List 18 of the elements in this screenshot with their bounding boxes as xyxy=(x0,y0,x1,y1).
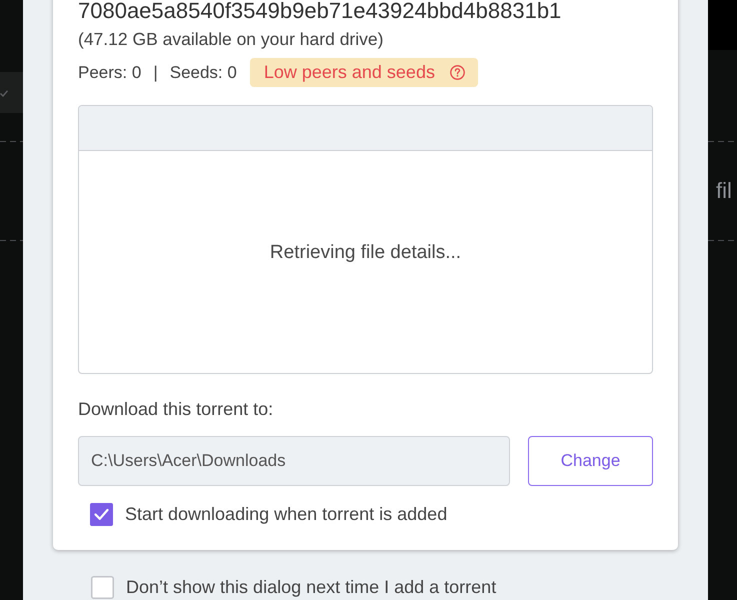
help-icon[interactable] xyxy=(450,65,465,80)
change-button[interactable]: Change xyxy=(528,436,653,486)
peers-count: Peers: 0 xyxy=(78,62,142,84)
checkbox[interactable] xyxy=(91,576,114,599)
destination-label: Download this torrent to: xyxy=(78,398,274,421)
option-label[interactable]: Don’t show this dialog next time I add a torrent xyxy=(126,576,496,599)
loading-status-text: Retrieving file details... xyxy=(270,240,462,265)
warning-text: Low peers and seeds xyxy=(264,61,435,84)
separator-text: | xyxy=(153,62,158,84)
check-icon xyxy=(0,90,8,97)
seeds-count: Seeds: 0 xyxy=(170,62,237,84)
option-label[interactable]: Start downloading when torrent is added xyxy=(125,503,448,526)
info-hash-text: 7080ae5a8540f3549b9eb71e43924bbd4b8831b1 xyxy=(78,0,562,22)
header-bar xyxy=(708,0,737,50)
background-text: fil xyxy=(716,178,732,204)
checkbox[interactable] xyxy=(90,503,113,526)
path-field[interactable]: C:\Users\Acer\Downloads xyxy=(78,436,510,486)
free-space-text: (47.12 GB available on your hard drive) xyxy=(78,28,384,50)
